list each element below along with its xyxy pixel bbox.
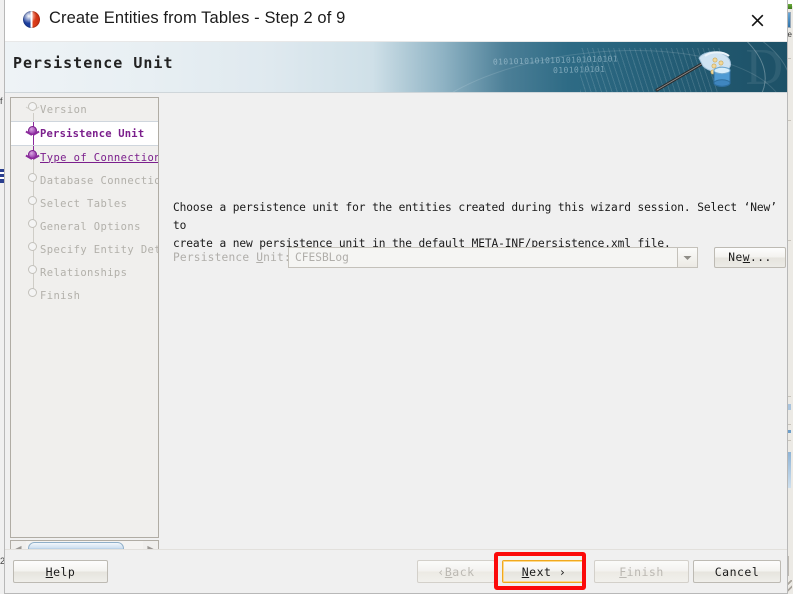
dialog-title: Create Entities from Tables - Step 2 of … <box>49 9 346 27</box>
sidebar-step-specify-entity-details[interactable]: Specify Entity Deta <box>11 238 158 261</box>
label-part-pre: Persistence <box>173 251 257 264</box>
back-label-pre: ‹ <box>437 564 445 579</box>
persistence-unit-label: Persistence Unit: <box>173 251 291 264</box>
help-button[interactable]: Help <box>13 560 108 583</box>
step-circle-icon <box>25 171 41 191</box>
dialog-titlebar: Create Entities from Tables - Step 2 of … <box>5 0 787 42</box>
wizard-banner: D 010101010101010101010101 0101010101 Pe… <box>5 42 787 93</box>
database-cylinder-icon <box>713 66 731 88</box>
step-person-icon <box>25 100 41 120</box>
finish-button[interactable]: Finish <box>594 560 689 583</box>
sidebar-step-version[interactable]: Version <box>11 98 158 121</box>
sidebar-step-label: Database Connection <box>40 174 159 187</box>
step-person-active-icon <box>25 148 41 168</box>
finish-mnemonic: F <box>619 564 627 579</box>
sidebar-step-label: Persistence Unit <box>40 127 145 140</box>
step-circle-icon <box>25 263 41 283</box>
sidebar-step-label: General Options <box>40 220 141 233</box>
banner-binary-line-2: 0101010101 <box>553 64 606 76</box>
description-line-1: Choose a persistence unit for the entiti… <box>173 201 777 232</box>
sidebar-step-label: Type of Connection <box>40 151 159 164</box>
banner-binary-digits: 010101010101010101010101 0101010101 <box>493 54 619 77</box>
new-label-pre: Ne <box>728 251 743 264</box>
sidebar-step-relationships[interactable]: Relationships <box>11 261 158 284</box>
sidebar-step-database-connection[interactable]: Database Connection <box>11 169 158 192</box>
dialog-body: Version Persistence Unit Type of Connect… <box>5 93 787 553</box>
sidebar-step-type-of-connection[interactable]: Type of Connection <box>11 146 158 169</box>
finish-label: inish <box>626 564 664 579</box>
cancel-button[interactable]: Cancel <box>693 560 781 583</box>
chevron-down-icon <box>683 255 692 260</box>
next-button[interactable]: Next › <box>502 560 586 583</box>
sidebar-step-select-tables[interactable]: Select Tables <box>11 192 158 215</box>
back-label: ack <box>452 564 475 579</box>
label-part-post: nit: <box>263 251 291 264</box>
step-circle-icon <box>25 286 41 306</box>
sidebar-step-general-options[interactable]: General Options <box>11 215 158 238</box>
step-person-active-icon <box>25 124 41 144</box>
back-button[interactable]: ‹ Back <box>417 560 495 583</box>
netbeans-logo-icon <box>23 11 40 28</box>
wizard-content-panel: Choose a persistence unit for the entiti… <box>165 93 786 553</box>
back-mnemonic: B <box>444 564 453 579</box>
sidebar-step-finish[interactable]: Finish <box>11 284 158 307</box>
wizard-description: Choose a persistence unit for the entiti… <box>173 199 783 253</box>
background-left-text: f <box>0 96 3 106</box>
wizard-steps-panel: Version Persistence Unit Type of Connect… <box>10 97 159 538</box>
help-mnemonic: H <box>45 564 54 579</box>
step-circle-icon <box>25 194 41 214</box>
new-label-mnemonic: w <box>742 251 750 264</box>
next-mnemonic: N <box>521 564 530 579</box>
sidebar-step-label: Specify Entity Deta <box>40 243 159 256</box>
create-entities-wizard-dialog: Create Entities from Tables - Step 2 of … <box>4 0 788 594</box>
sidebar-step-persistence-unit[interactable]: Persistence Unit <box>11 121 158 146</box>
step-circle-icon <box>25 217 41 237</box>
persistence-unit-combobox[interactable]: CFESBLog <box>288 247 698 268</box>
help-label: elp <box>53 564 76 579</box>
step-circle-icon <box>25 240 41 260</box>
banner-heading: Persistence Unit <box>13 54 174 72</box>
persistence-unit-row: Persistence Unit: CFESBLog Ne w... <box>173 247 786 269</box>
sidebar-step-label: Finish <box>40 289 81 302</box>
new-persistence-unit-button[interactable]: Ne w... <box>714 247 786 268</box>
banner-letter-decoration: D <box>745 42 783 93</box>
sidebar-step-label: Select Tables <box>40 197 128 210</box>
close-button[interactable] <box>734 0 780 40</box>
new-label-post: ... <box>750 251 772 264</box>
sidebar-step-label: Version <box>40 103 88 116</box>
combobox-dropdown-button[interactable] <box>677 248 697 267</box>
next-label: ext › <box>529 564 567 579</box>
dialog-footer: Help ‹ Back Next › Finish Cancel <box>5 549 787 593</box>
persistence-unit-value: CFESBLog <box>295 251 349 264</box>
cancel-label: Cancel <box>714 564 760 579</box>
close-icon <box>751 14 763 26</box>
sidebar-step-label: Relationships <box>40 266 128 279</box>
